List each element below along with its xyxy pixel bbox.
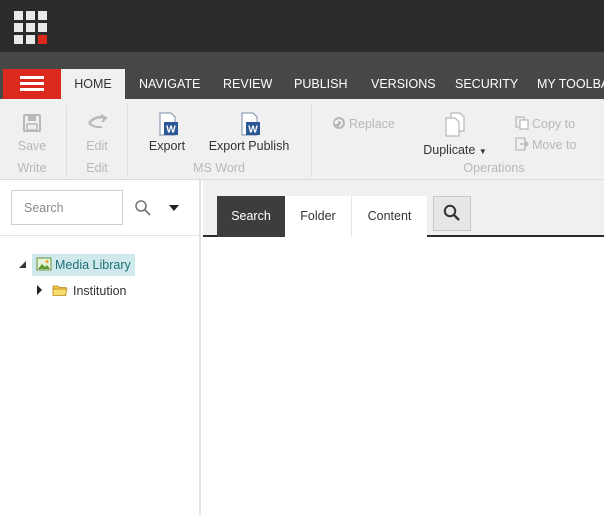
replace-icon [333,117,345,129]
move-to-icon [515,137,529,151]
group-label-edit: Edit [86,161,108,175]
copy-to-button[interactable]: Copy to [515,116,575,131]
tree-item-label: Institution [73,284,127,298]
group-separator [66,105,67,177]
replace-button[interactable]: Replace [332,116,395,131]
app-grid-icon[interactable] [14,11,47,44]
content-tree-pane: Media Library Institution [0,180,201,515]
search-icon [443,204,460,221]
divider [0,235,199,236]
tab-versions[interactable]: VERSIONS [371,69,436,99]
copy-to-icon [515,116,529,130]
search-button[interactable] [433,196,471,231]
word-document-icon: W [159,112,178,136]
edit-share-icon [88,114,108,129]
ribbon-tab-bar: HOME NAVIGATE REVIEW PUBLISH VERSIONS SE… [0,52,604,99]
svg-text:W: W [166,125,176,136]
tree-item-institution[interactable]: Institution [52,280,127,302]
duplicate-icon [445,112,465,137]
ribbon: Save Write Edit Edit W Export W Export P… [0,99,604,180]
tab-navigate[interactable]: NAVIGATE [139,69,200,99]
main-content-area: Search Folder Content [203,180,604,515]
tab-security[interactable]: SECURITY [455,69,518,99]
group-separator [311,105,312,177]
edit-label: Edit [86,139,108,153]
tab-publish[interactable]: PUBLISH [294,69,348,99]
svg-text:W: W [248,125,258,136]
tree-item-label: Media Library [55,258,131,272]
save-label: Save [17,139,47,153]
top-bar [0,0,604,52]
export-label: Export [148,139,186,153]
search-tabs: Search Folder Content [203,180,604,237]
word-document-icon: W [241,112,260,136]
tab-review[interactable]: REVIEW [223,69,272,99]
duplicate-label: Duplicate ▼ [423,143,487,157]
group-separator [127,105,128,177]
group-label-msword: MS Word [193,161,245,175]
tree-search-input[interactable] [11,190,123,225]
move-to-button[interactable]: Move to [515,137,576,152]
group-label-write: Write [17,161,47,175]
edit-button[interactable]: Edit [80,113,114,153]
folder-icon [52,285,68,296]
tab-my-toolbar[interactable]: MY TOOLBA [537,69,604,99]
media-library-icon [36,257,52,271]
save-button[interactable]: Save [14,113,50,153]
chevron-down-icon: ▼ [478,147,487,156]
tab-home[interactable]: HOME [61,69,125,99]
replace-label: Replace [349,117,395,131]
save-icon [23,114,41,132]
tab-search[interactable]: Search [217,196,285,237]
collapsed-caret-icon[interactable] [36,285,43,295]
export-publish-button[interactable]: W Export Publish [206,111,292,153]
caret-down-icon[interactable] [168,203,180,213]
move-to-label: Move to [532,138,577,152]
group-label-operations: Operations [463,161,525,175]
expanded-caret-icon[interactable] [18,260,27,269]
export-button[interactable]: W Export [145,111,189,153]
tab-folder[interactable]: Folder [285,196,352,237]
tree-item-media-library[interactable]: Media Library [32,254,135,276]
hamburger-icon [20,76,44,79]
export-publish-label: Export Publish [208,139,290,153]
menu-button[interactable] [3,69,61,99]
search-icon[interactable] [134,199,152,217]
duplicate-button[interactable]: Duplicate ▼ [421,111,489,157]
copy-to-label: Copy to [532,117,576,131]
tab-content[interactable]: Content [352,196,427,237]
